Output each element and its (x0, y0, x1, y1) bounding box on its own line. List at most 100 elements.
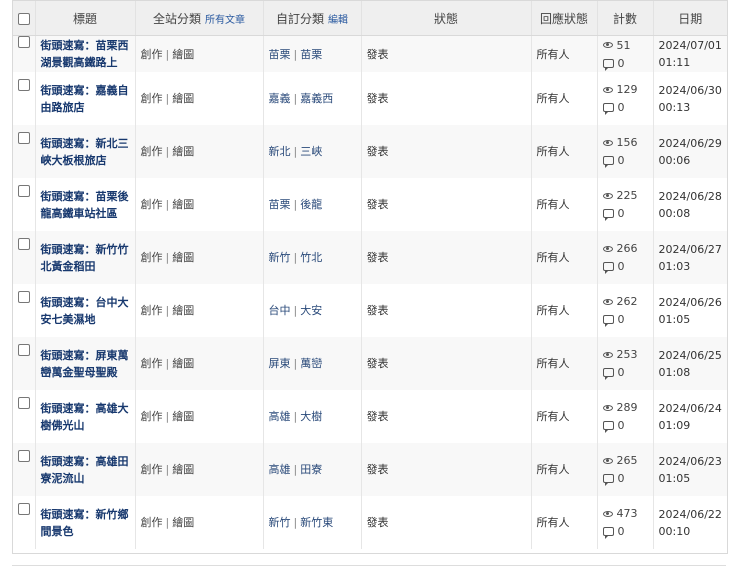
article-title-link[interactable]: 街頭速寫：新竹鄉間景色 (41, 508, 129, 538)
comment-count[interactable]: 0 (602, 99, 648, 117)
custom-category-link[interactable]: 屏東 (269, 357, 291, 370)
custom-category-link[interactable]: 苗栗 (269, 198, 291, 211)
column-date[interactable]: 日期 (653, 1, 727, 36)
custom-category-link[interactable]: 嘉義 (269, 92, 291, 105)
custom-subcategory-link[interactable]: 大樹 (300, 410, 322, 423)
all-articles-link[interactable]: 所有文章 (205, 15, 245, 26)
column-custom-category: 自訂分類 編輯 (263, 1, 362, 36)
row-checkbox[interactable] (18, 503, 30, 515)
column-title-label: 標題 (72, 11, 97, 26)
article-title-link[interactable]: 街頭速寫：屏東萬巒萬金聖母聖殿 (41, 349, 129, 379)
row-checkbox[interactable] (18, 79, 30, 91)
site-subcategory-link[interactable]: 繪圖 (172, 304, 194, 317)
comment-count-value: 0 (617, 525, 625, 538)
custom-subcategory-link[interactable]: 嘉義西 (300, 92, 333, 105)
site-category-cell: 創作 | 繪圖 (135, 496, 264, 549)
view-count: 289 (602, 399, 648, 417)
row-checkbox[interactable] (18, 36, 30, 48)
custom-category-link[interactable]: 新竹 (269, 251, 291, 264)
row-checkbox[interactable] (18, 344, 30, 356)
article-title-link[interactable]: 街頭速寫：台中大安七美濕地 (41, 296, 129, 326)
count-cell: 289 0 (597, 390, 654, 443)
site-category-cell: 創作 | 繪圖 (135, 72, 264, 125)
site-subcategory-link[interactable]: 繪圖 (172, 357, 194, 370)
status-cell: 發表 (361, 496, 532, 549)
custom-category-link[interactable]: 高雄 (269, 463, 291, 476)
row-checkbox[interactable] (18, 238, 30, 250)
view-count-value: 473 (616, 507, 638, 520)
table-header-row: 標題 全站分類 所有文章 自訂分類 編輯 狀態 回應狀態 計數 日期 (13, 1, 727, 36)
custom-subcategory-link[interactable]: 苗栗 (300, 48, 322, 61)
site-subcategory-link[interactable]: 繪圖 (172, 251, 194, 264)
comment-count[interactable]: 0 (602, 205, 648, 223)
count-cell: 225 0 (597, 178, 654, 231)
comment-count[interactable]: 0 (602, 311, 648, 329)
site-subcategory-link[interactable]: 繪圖 (172, 198, 194, 211)
reply-status-cell: 所有人 (531, 35, 598, 72)
site-category-link[interactable]: 創作 (141, 410, 163, 423)
eye-icon (602, 245, 613, 252)
site-category-link[interactable]: 創作 (141, 304, 163, 317)
site-category-link[interactable]: 創作 (141, 48, 163, 61)
custom-category-link[interactable]: 苗栗 (269, 48, 291, 61)
column-title[interactable]: 標題 (35, 1, 136, 36)
custom-category-link[interactable]: 高雄 (269, 410, 291, 423)
article-title-link[interactable]: 街頭速寫：嘉義自由路旅店 (41, 84, 129, 114)
comment-count-value: 0 (617, 366, 625, 379)
site-category-link[interactable]: 創作 (141, 357, 163, 370)
article-title-link[interactable]: 街頭速寫：苗栗西湖景觀高鐵路上 (41, 39, 129, 69)
comment-count[interactable]: 0 (602, 523, 648, 541)
site-category-link[interactable]: 創作 (141, 145, 163, 158)
comment-count[interactable]: 0 (602, 417, 648, 435)
site-subcategory-link[interactable]: 繪圖 (172, 463, 194, 476)
comment-bubble-icon (602, 156, 614, 168)
column-reply-status-label: 回應狀態 (539, 11, 588, 26)
site-category-link[interactable]: 創作 (141, 92, 163, 105)
row-checkbox[interactable] (18, 291, 30, 303)
select-all-checkbox[interactable] (17, 12, 30, 25)
site-category-link[interactable]: 創作 (141, 516, 163, 529)
site-subcategory-link[interactable]: 繪圖 (172, 92, 194, 105)
article-title-link[interactable]: 街頭速寫：高雄田寮泥流山 (41, 455, 129, 485)
custom-subcategory-link[interactable]: 大安 (300, 304, 322, 317)
site-category-link[interactable]: 創作 (141, 251, 163, 264)
custom-subcategory-link[interactable]: 竹北 (300, 251, 322, 264)
count-cell: 253 0 (597, 337, 654, 390)
site-subcategory-link[interactable]: 繪圖 (172, 516, 194, 529)
custom-subcategory-link[interactable]: 後龍 (300, 198, 322, 211)
row-checkbox[interactable] (18, 132, 30, 144)
reply-status-cell: 所有人 (531, 178, 598, 231)
custom-subcategory-link[interactable]: 新竹東 (300, 516, 333, 529)
article-title-link[interactable]: 街頭速寫：苗栗後龍高鐵車站社區 (41, 190, 129, 220)
article-title-link[interactable]: 街頭速寫：高雄大樹佛光山 (41, 402, 129, 432)
custom-subcategory-link[interactable]: 田寮 (300, 463, 322, 476)
column-custom-category-label: 自訂分類 (275, 11, 324, 26)
site-subcategory-link[interactable]: 繪圖 (172, 145, 194, 158)
custom-category-link[interactable]: 新北 (269, 145, 291, 158)
site-category-link[interactable]: 創作 (141, 198, 163, 211)
view-count-value: 262 (616, 295, 638, 308)
comment-count[interactable]: 0 (602, 54, 648, 72)
reply-status-cell: 所有人 (531, 496, 598, 549)
row-checkbox[interactable] (18, 185, 30, 197)
article-title-link[interactable]: 街頭速寫：新竹竹北黃金稻田 (41, 243, 129, 273)
custom-subcategory-link[interactable]: 萬巒 (300, 357, 322, 370)
site-subcategory-link[interactable]: 繪圖 (172, 410, 194, 423)
row-checkbox[interactable] (18, 450, 30, 462)
reply-status-text: 所有人 (536, 47, 570, 61)
status-cell: 發表 (361, 390, 532, 443)
article-title-link[interactable]: 街頭速寫：新北三峽大板根旅店 (41, 137, 129, 167)
row-checkbox[interactable] (18, 397, 30, 409)
custom-category-link[interactable]: 台中 (269, 304, 291, 317)
row-select-cell (13, 390, 36, 443)
custom-subcategory-link[interactable]: 三峽 (300, 145, 322, 158)
edit-category-link[interactable]: 編輯 (328, 15, 348, 26)
comment-count[interactable]: 0 (602, 364, 648, 382)
view-count-value: 225 (616, 189, 638, 202)
comment-count[interactable]: 0 (602, 470, 648, 488)
comment-count[interactable]: 0 (602, 258, 648, 276)
custom-category-link[interactable]: 新竹 (269, 516, 291, 529)
comment-count[interactable]: 0 (602, 152, 648, 170)
site-subcategory-link[interactable]: 繪圖 (172, 48, 194, 61)
site-category-link[interactable]: 創作 (141, 463, 163, 476)
